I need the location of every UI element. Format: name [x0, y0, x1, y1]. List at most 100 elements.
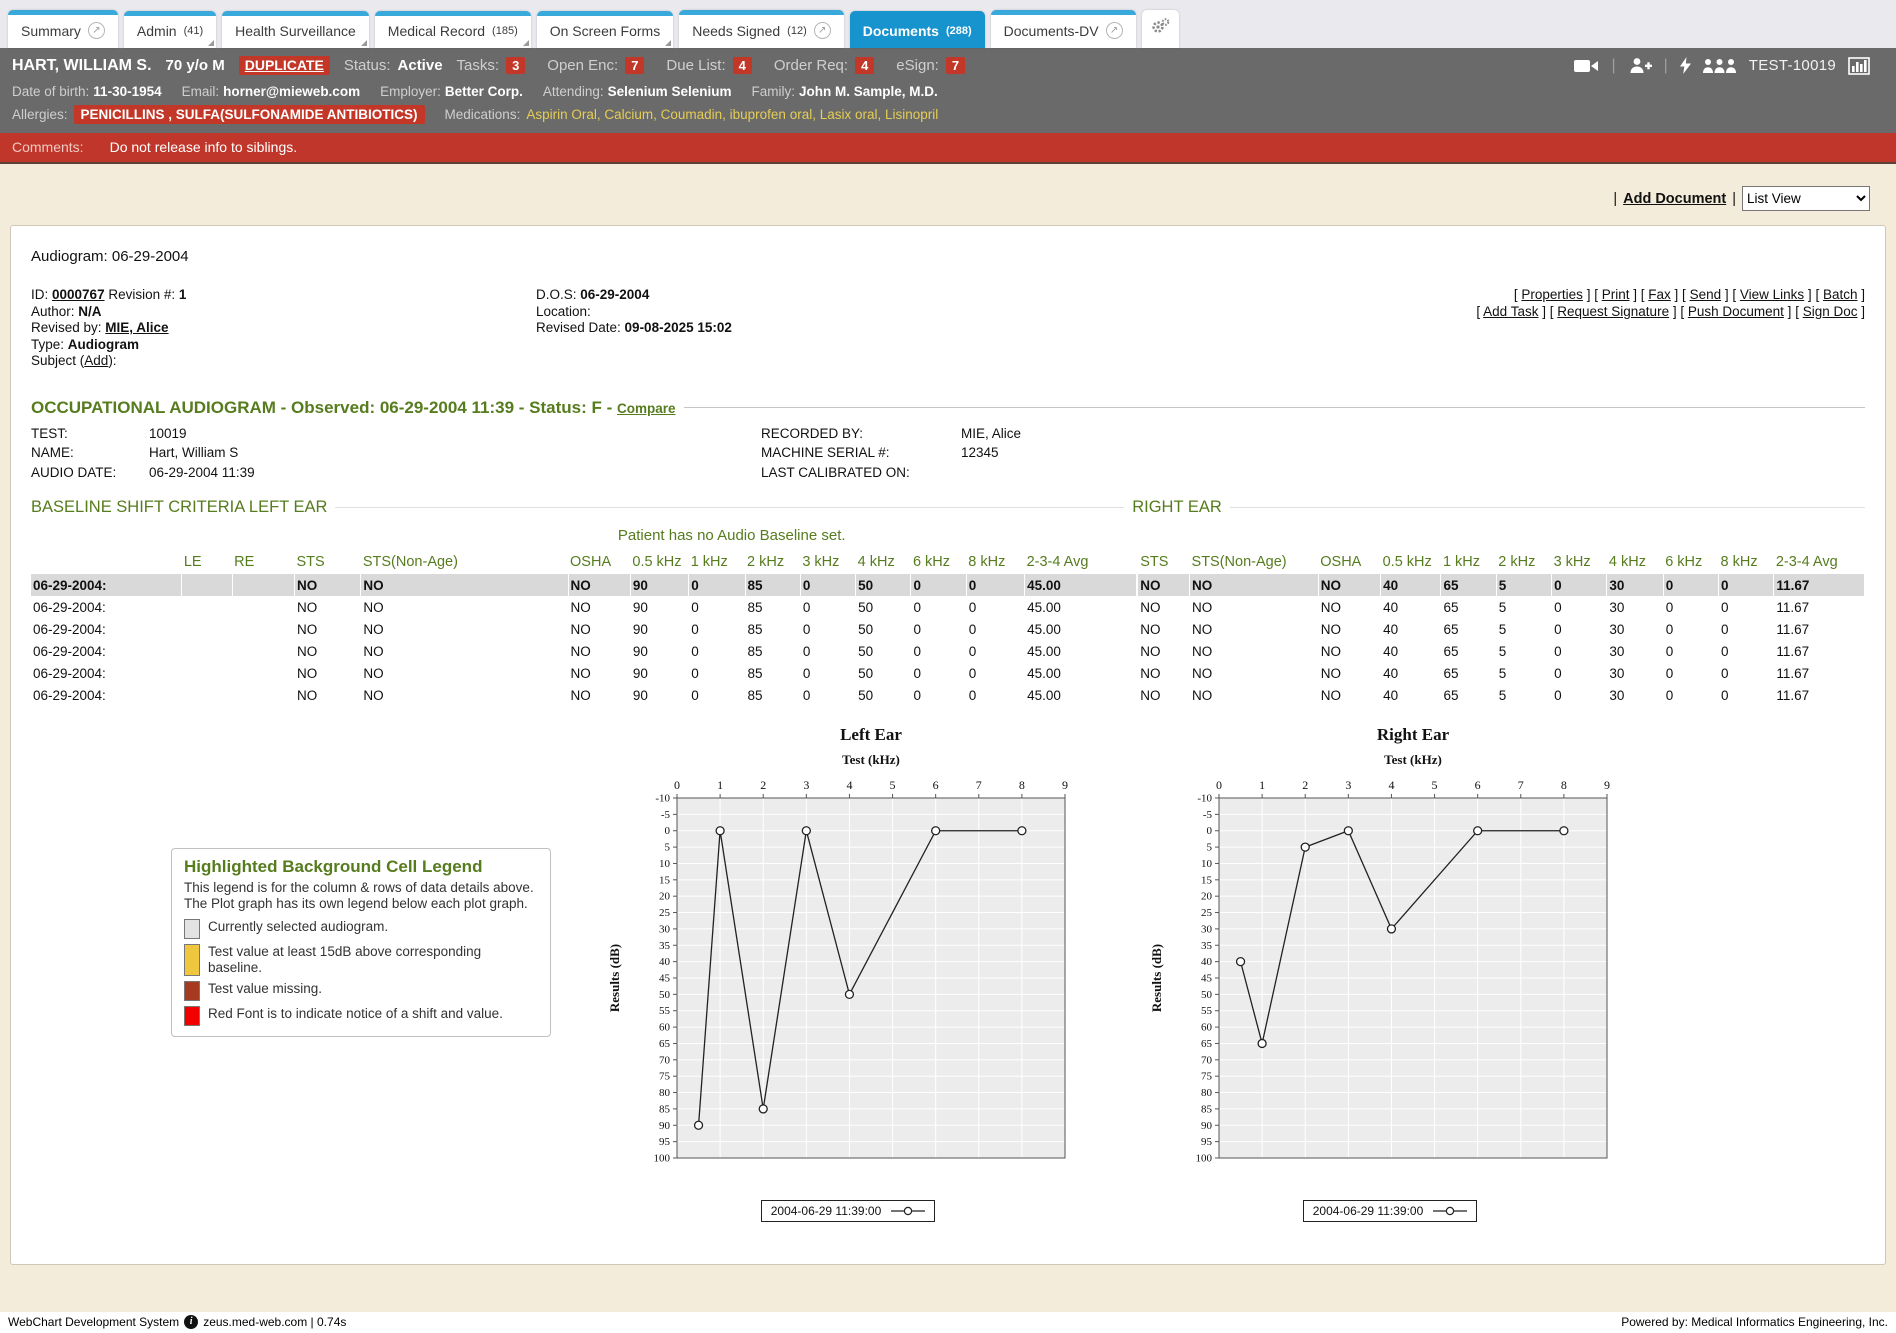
stat-count-badge[interactable]: 4 — [855, 57, 874, 74]
patient-allergy-row: Allergies: PENICILLINS , SULFA(SULFONAMI… — [0, 102, 1896, 127]
action-link-add-task[interactable]: Add Task — [1483, 304, 1538, 319]
action-link-properties[interactable]: Properties — [1521, 287, 1583, 302]
tab-documents[interactable]: Documents(288) — [850, 11, 985, 48]
tab-needs-signed[interactable]: Needs Signed(12)↗ — [679, 10, 844, 48]
external-link-icon[interactable]: ↗ — [814, 22, 831, 39]
stat-count-badge[interactable]: 7 — [946, 57, 965, 74]
table-row[interactable]: 06-29-2004:NONONO900850500045.00NONONO40… — [31, 640, 1865, 662]
table-cell: 45.00 — [1025, 574, 1138, 596]
table-cell: 85 — [745, 640, 800, 662]
svg-text:30: 30 — [659, 923, 671, 935]
field-label: Email: — [182, 84, 220, 99]
stat-count-badge[interactable]: 4 — [733, 57, 752, 74]
flash-icon[interactable] — [1680, 57, 1691, 74]
table-cell: 0 — [1719, 596, 1774, 618]
row-date-cell: 06-29-2004: — [31, 662, 182, 684]
patient-group-icon[interactable] — [1703, 58, 1737, 74]
doc-info-text: Audiogram — [68, 337, 139, 352]
column-header: STS(Non-Age) — [1190, 552, 1319, 574]
info-icon[interactable]: i — [184, 1315, 198, 1329]
add-person-icon[interactable] — [1628, 57, 1652, 74]
action-bracket: [ Push Document ] — [1680, 304, 1795, 319]
doc-info-link[interactable]: Add — [84, 353, 108, 368]
action-link-sign-doc[interactable]: Sign Doc — [1803, 304, 1858, 319]
doc-info-link[interactable]: 0000767 — [52, 287, 105, 302]
tab-health-surveillance[interactable]: Health Surveillance — [222, 11, 369, 48]
action-link-view-links[interactable]: View Links — [1740, 287, 1804, 302]
allergies-badge[interactable]: PENICILLINS , SULFA(SULFONAMIDE ANTIBIOT… — [74, 105, 425, 124]
test-info-value: 06-29-2004 11:39 — [149, 463, 761, 483]
compare-link[interactable]: Compare — [617, 401, 676, 416]
action-link-print[interactable]: Print — [1602, 287, 1630, 302]
table-cell: 30 — [1607, 662, 1663, 684]
table-cell: 0 — [1719, 574, 1774, 596]
action-link-push-document[interactable]: Push Document — [1688, 304, 1784, 319]
doc-info-text: Revised Date: — [536, 320, 625, 335]
tab-on-screen-forms[interactable]: On Screen Forms — [537, 11, 673, 48]
table-cell: NO — [568, 596, 630, 618]
table-row[interactable]: 06-29-2004:NONONO900850500045.00NONONO40… — [31, 618, 1865, 640]
column-header: 2 kHz — [745, 552, 800, 574]
cell-legend-description: This legend is for the column & rows of … — [184, 880, 538, 913]
table-cell: 65 — [1441, 640, 1496, 662]
stat-label: Order Req: — [774, 57, 848, 74]
table-row[interactable]: 06-29-2004:NONONO900850500045.00NONONO40… — [31, 662, 1865, 684]
tab-documents-dv[interactable]: Documents-DV↗ — [991, 10, 1136, 48]
left-ear-plot: Left EarTest (kHz)0123456789-10-50510152… — [603, 720, 1093, 1178]
tab-medical-record[interactable]: Medical Record(185) — [375, 11, 531, 48]
svg-text:55: 55 — [659, 1005, 671, 1017]
row-date-cell: 06-29-2004: — [31, 574, 182, 596]
footer-powered-by: Powered by: Medical Informatics Engineer… — [1621, 1315, 1888, 1329]
action-bracket: [ Add Task ] — [1476, 304, 1549, 319]
table-row[interactable]: 06-29-2004:NONONO900850500045.00NONONO40… — [31, 596, 1865, 618]
field-label: Family: — [751, 84, 795, 99]
doc-info-text: Revised by: — [31, 320, 105, 335]
baseline-left-title: BASELINE SHIFT CRITERIA LEFT EAR — [31, 498, 327, 517]
table-cell: 0 — [1663, 596, 1718, 618]
tab-admin[interactable]: Admin(41) — [124, 11, 216, 48]
svg-text:1: 1 — [717, 778, 723, 792]
medications-label: Medications: — [445, 107, 521, 122]
line-marker-icon — [1433, 1206, 1467, 1216]
svg-text:10: 10 — [1201, 858, 1213, 870]
row-date-cell: 06-29-2004: — [31, 596, 182, 618]
test-info-label: NAME: — [31, 443, 149, 463]
action-link-fax[interactable]: Fax — [1648, 287, 1671, 302]
flowsheet-chart-icon[interactable] — [1848, 57, 1870, 75]
legend-color-swatch — [184, 919, 200, 939]
svg-text:40: 40 — [1201, 956, 1213, 968]
table-cell: 0 — [1719, 662, 1774, 684]
svg-text:0: 0 — [1216, 778, 1222, 792]
stat-order-req-: Order Req: 4 — [774, 57, 874, 74]
action-bracket: [ Properties ] — [1514, 287, 1594, 302]
table-row[interactable]: 06-29-2004:NONONO900850500045.00NONONO40… — [31, 684, 1865, 706]
action-link-request-signature[interactable]: Request Signature — [1557, 304, 1669, 319]
external-link-icon[interactable]: ↗ — [88, 22, 105, 39]
table-cell: 0 — [1663, 618, 1718, 640]
svg-text:1: 1 — [1259, 778, 1265, 792]
table-cell: NO — [1318, 640, 1380, 662]
table-row[interactable]: 06-29-2004:NONONO900850500045.00NONONO40… — [31, 574, 1865, 596]
legend-color-swatch — [184, 1006, 200, 1026]
column-header: 3 kHz — [1552, 552, 1607, 574]
add-document-link[interactable]: Add Document — [1623, 191, 1726, 207]
tab-summary[interactable]: Summary↗ — [8, 10, 118, 48]
table-cell — [232, 662, 294, 684]
svg-text:65: 65 — [659, 1038, 671, 1050]
action-link-batch[interactable]: Batch — [1823, 287, 1858, 302]
view-mode-select[interactable]: List View — [1742, 186, 1870, 211]
video-camera-icon[interactable] — [1574, 58, 1599, 74]
doc-info-link[interactable]: MIE, Alice — [105, 320, 168, 335]
external-link-icon[interactable]: ↗ — [1106, 22, 1123, 39]
duplicate-badge[interactable]: DUPLICATE — [239, 56, 330, 75]
row-date-cell: 06-29-2004: — [31, 640, 182, 662]
svg-text:8: 8 — [1561, 778, 1567, 792]
stat-count-badge[interactable]: 7 — [625, 57, 644, 74]
stat-count-badge[interactable]: 3 — [506, 57, 525, 74]
field-value: Selenium Selenium — [608, 84, 732, 99]
action-link-send[interactable]: Send — [1690, 287, 1722, 302]
medications-list[interactable]: Aspirin Oral, Calcium, Coumadin, ibuprof… — [526, 107, 938, 122]
svg-text:-10: -10 — [1197, 793, 1212, 805]
settings-gear-button[interactable] — [1142, 10, 1179, 48]
test-info-right: RECORDED BY:MIE, AliceMACHINE SERIAL #:1… — [761, 424, 1021, 483]
